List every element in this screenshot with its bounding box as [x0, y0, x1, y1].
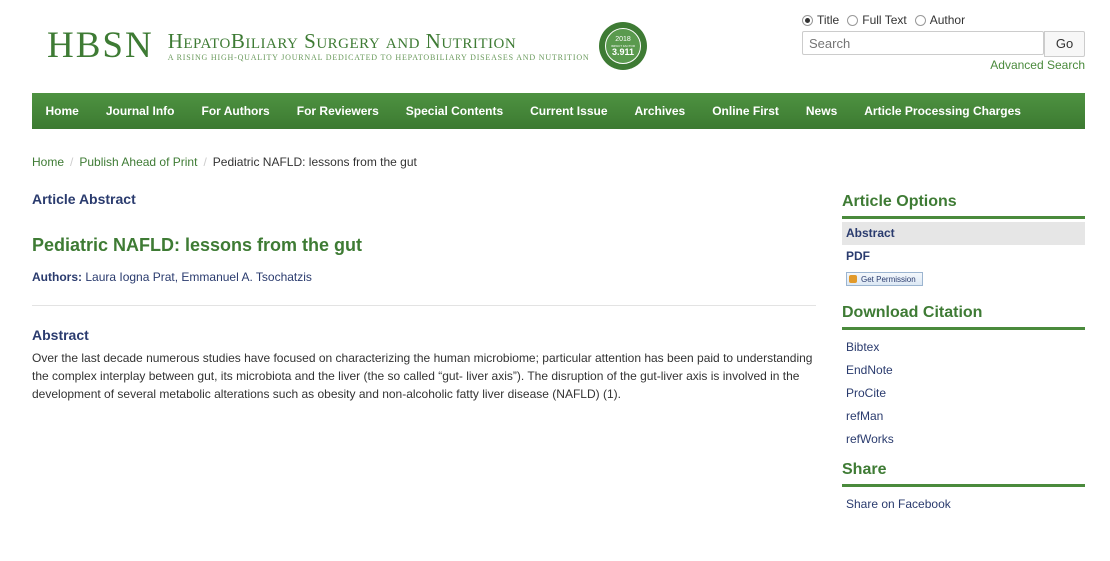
permission-icon [849, 275, 857, 283]
radio-title[interactable]: Title [802, 13, 839, 27]
citation-endnote[interactable]: EndNote [842, 359, 1085, 382]
citation-refman[interactable]: refMan [842, 405, 1085, 428]
logo-title: HepatoBiliary Surgery and Nutrition [167, 29, 517, 53]
nav-news[interactable]: News [792, 104, 850, 118]
article-title: Pediatric NAFLD: lessons from the gut [32, 235, 363, 255]
breadcrumb-home[interactable]: Home [32, 155, 64, 169]
nav-article-processing-charges[interactable]: Article Processing Charges [851, 104, 1035, 118]
radio-author[interactable]: Author [914, 13, 966, 27]
share-panel: Share Share on Facebook [842, 461, 1085, 516]
radio-title-label: Title [817, 13, 840, 27]
radio-author-label: Author [929, 13, 966, 27]
radio-selected-icon [802, 14, 813, 26]
seal-value: 3.911 [611, 47, 635, 57]
breadcrumb-separator: / [203, 155, 207, 169]
authors-label: Authors: [32, 270, 82, 284]
radio-full-text[interactable]: Full Text [847, 13, 907, 27]
download-citation-heading: Download Citation [842, 304, 1085, 330]
abstract-heading: Abstract [32, 327, 89, 343]
share-heading: Share [842, 461, 1085, 487]
download-citation-panel: Download Citation Bibtex EndNote ProCite… [842, 304, 1085, 451]
breadcrumb-publish-ahead[interactable]: Publish Ahead of Print [79, 155, 197, 169]
search-go-button[interactable]: Go [1044, 31, 1085, 57]
breadcrumb-separator: / [70, 155, 74, 169]
abstract-text: Over the last decade numerous studies ha… [32, 351, 813, 401]
authors-names[interactable]: Laura Iogna Prat, Emmanuel A. Tsochatzis [85, 270, 312, 284]
option-abstract[interactable]: Abstract [842, 222, 1085, 245]
radio-full-text-label: Full Text [862, 13, 907, 27]
nav-journal-info[interactable]: Journal Info [92, 104, 188, 118]
nav-current-issue[interactable]: Current Issue [517, 104, 621, 118]
citation-bibtex[interactable]: Bibtex [842, 336, 1085, 359]
main-nav: Home Journal Info For Authors For Review… [32, 93, 1085, 129]
share-facebook-link[interactable]: Share on Facebook [842, 493, 1085, 516]
option-pdf[interactable]: PDF [842, 245, 1085, 268]
get-permission-button[interactable]: Get Permission [846, 272, 923, 286]
nav-special-contents[interactable]: Special Contents [392, 104, 516, 118]
section-heading: Article Abstract [32, 191, 136, 207]
impact-factor-seal: 2018 IMPACT FACTOR 3.911 [599, 22, 647, 70]
logo-tagline: A RISING HIGH-QUALITY JOURNAL DEDICATED … [167, 53, 590, 62]
nav-online-first[interactable]: Online First [699, 104, 793, 118]
nav-archives[interactable]: Archives [621, 104, 699, 118]
radio-empty-icon [914, 14, 926, 26]
radio-empty-icon [847, 14, 859, 26]
nav-for-reviewers[interactable]: For Reviewers [283, 104, 392, 118]
advanced-search-link[interactable]: Advanced Search [990, 58, 1085, 72]
get-permission-label: Get Permission [861, 274, 916, 284]
breadcrumb-current: Pediatric NAFLD: lessons from the gut [212, 155, 417, 169]
authors-line: Authors: Laura Iogna Prat, Emmanuel A. T… [32, 270, 312, 284]
seal-inner: 2018 IMPACT FACTOR 3.911 [605, 28, 641, 64]
article-options-panel: Article Options Abstract PDF Get Permiss… [842, 193, 1085, 288]
search-scope-options: Title Full Text Author [802, 13, 973, 27]
journal-logo[interactable]: HBSN HepatoBiliary Surgery and Nutrition… [47, 26, 590, 66]
logo-abbreviation: HBSN [47, 25, 154, 66]
citation-procite[interactable]: ProCite [842, 382, 1085, 405]
logo-text-block: HepatoBiliary Surgery and Nutrition A RI… [168, 30, 590, 62]
nav-home[interactable]: Home [32, 104, 92, 118]
nav-for-authors[interactable]: For Authors [188, 104, 283, 118]
divider [32, 305, 816, 306]
seal-year: 2018 [615, 36, 631, 43]
breadcrumb: Home / Publish Ahead of Print / Pediatric NA… [32, 155, 417, 169]
citation-refworks[interactable]: refWorks [842, 428, 1085, 451]
search-input[interactable] [802, 31, 1044, 55]
article-options-heading: Article Options [842, 193, 1085, 219]
